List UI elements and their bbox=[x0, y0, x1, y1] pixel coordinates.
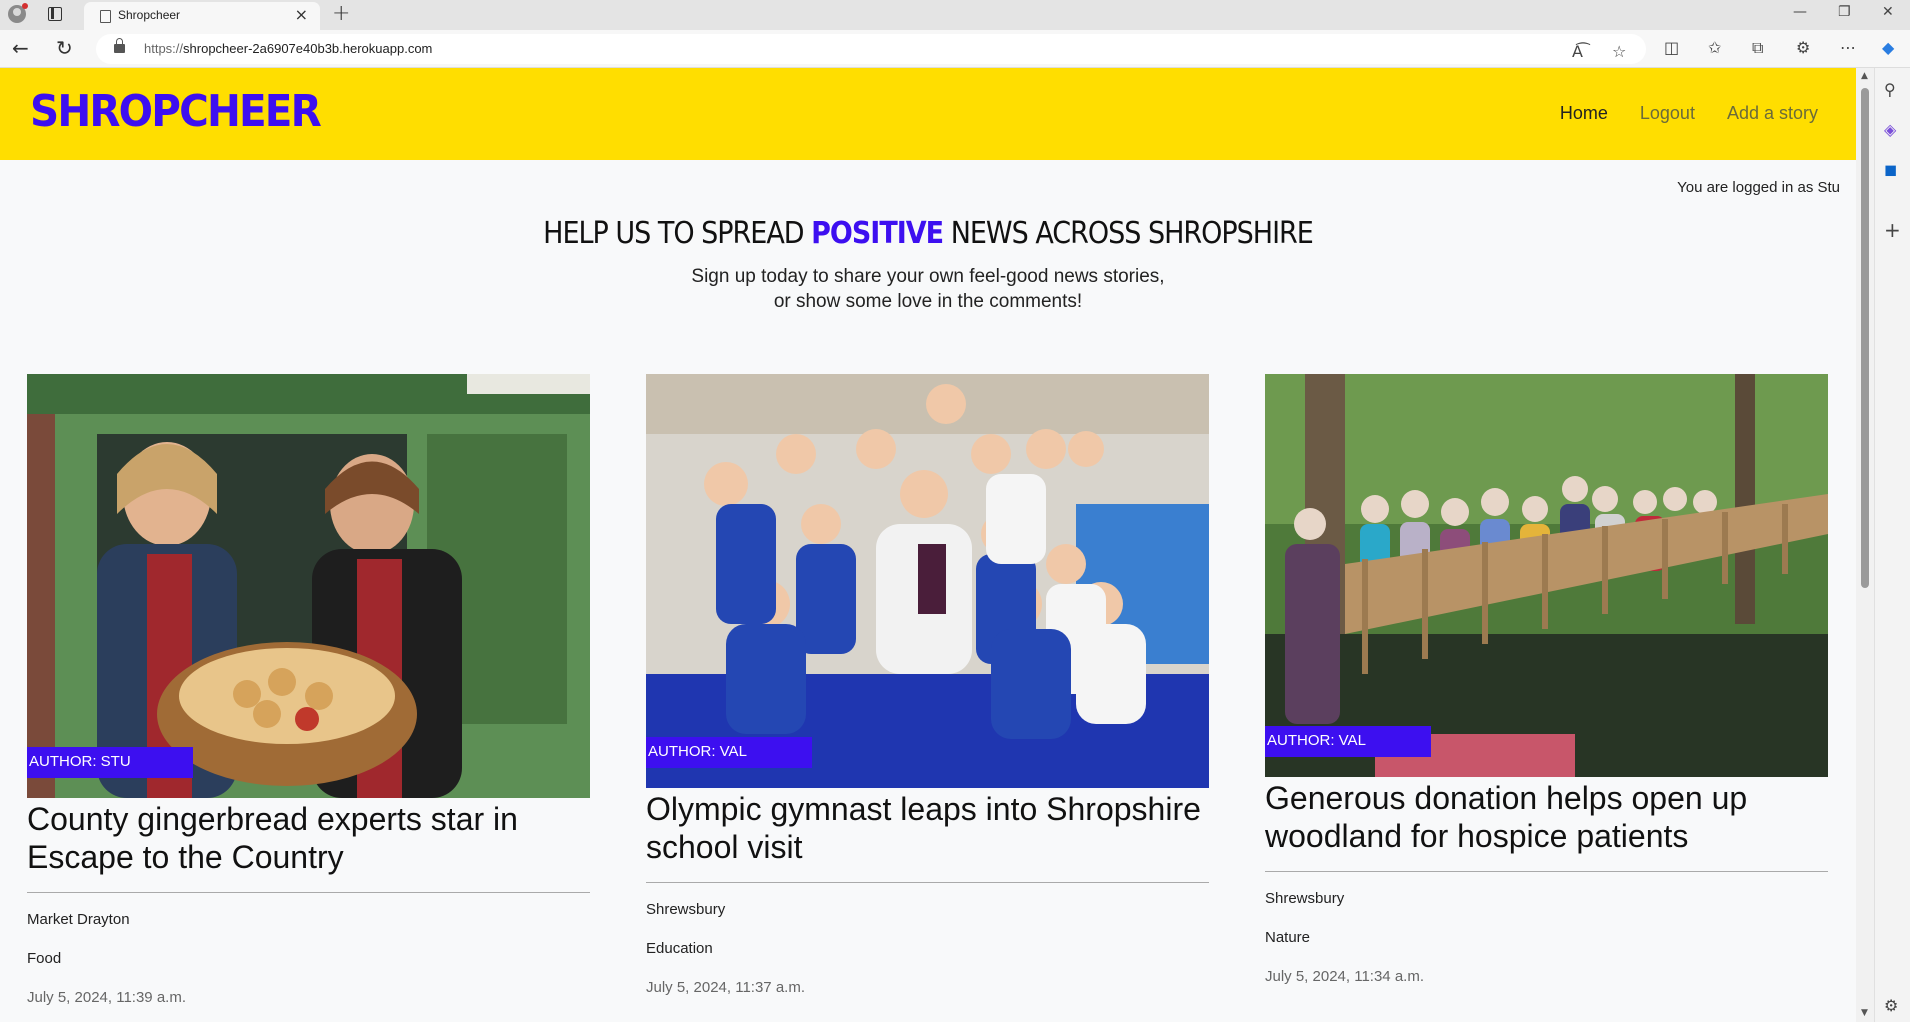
site-header: SHROPCHEER Home Logout Add a story bbox=[0, 68, 1856, 160]
woodland-bridge-photo bbox=[1265, 374, 1828, 777]
close-window-icon[interactable]: ✕ bbox=[1882, 4, 1894, 20]
divider bbox=[1265, 871, 1828, 872]
login-status: You are logged in as Stu bbox=[1677, 179, 1840, 196]
page-scrollbar[interactable]: ▲ ▼ bbox=[1856, 68, 1874, 1022]
story-location: Shrewsbury bbox=[646, 901, 726, 918]
more-icon[interactable]: ⋯ bbox=[1840, 38, 1856, 57]
hero-subtitle: Sign up today to share your own feel-goo… bbox=[691, 266, 1165, 312]
story-image[interactable]: AUTHOR: STU bbox=[27, 374, 590, 798]
split-screen-icon[interactable]: ◫ bbox=[1664, 38, 1679, 57]
close-tab-icon[interactable]: × bbox=[295, 5, 308, 24]
sidebar-settings-icon[interactable]: ⚙ bbox=[1884, 996, 1898, 1015]
nav-home[interactable]: Home bbox=[1560, 103, 1608, 124]
new-tab-icon[interactable]: + bbox=[332, 1, 350, 26]
notification-dot bbox=[22, 3, 28, 9]
story-date: July 5, 2024, 11:37 a.m. bbox=[646, 979, 805, 996]
story-image[interactable]: AUTHOR: VAL bbox=[646, 374, 1209, 788]
back-icon[interactable]: ← bbox=[12, 36, 29, 60]
address-bar[interactable]: https://shropcheer-2a6907e40b3b.herokuap… bbox=[96, 34, 1646, 64]
minimize-icon[interactable]: — bbox=[1793, 4, 1807, 20]
restore-icon[interactable]: ❐ bbox=[1838, 4, 1851, 20]
browser-tab[interactable]: Shropcheer × bbox=[84, 2, 320, 30]
hero-title: HELP US TO SPREAD POSITIVE NEWS ACROSS S… bbox=[543, 216, 1314, 251]
page-favicon-icon bbox=[100, 10, 111, 23]
story-category: Education bbox=[646, 940, 713, 957]
author-badge: AUTHOR: VAL bbox=[1265, 726, 1431, 757]
collections-icon[interactable]: ⧉ bbox=[1752, 38, 1763, 58]
browser-sidebar: ⚲ ◈ ◼ + ⚙ bbox=[1874, 68, 1910, 1022]
story-category: Nature bbox=[1265, 929, 1311, 946]
story-location: Market Drayton bbox=[27, 911, 130, 928]
story-card[interactable]: AUTHOR: VAL Generous donation helps open… bbox=[1265, 374, 1828, 985]
favorites-icon[interactable]: ✩ bbox=[1708, 38, 1721, 57]
story-image[interactable]: AUTHOR: VAL bbox=[1265, 374, 1828, 777]
lock-icon[interactable] bbox=[114, 38, 125, 53]
copilot-icon[interactable]: ◆ bbox=[1882, 38, 1894, 57]
story-title[interactable]: Generous donation helps open up woodland… bbox=[1265, 779, 1828, 855]
story-date: July 5, 2024, 11:34 a.m. bbox=[1265, 968, 1424, 985]
scroll-up-icon[interactable]: ▲ bbox=[1861, 71, 1868, 81]
favorite-icon[interactable]: ☆ bbox=[1612, 42, 1626, 61]
divider bbox=[27, 892, 590, 893]
story-category: Food bbox=[27, 950, 62, 967]
author-badge: AUTHOR: STU bbox=[27, 747, 193, 778]
site-logo[interactable]: SHROPCHEER bbox=[30, 86, 322, 137]
outlook-icon[interactable]: ◼ bbox=[1884, 160, 1897, 179]
story-location: Shrewsbury bbox=[1265, 890, 1345, 907]
shopping-icon[interactable]: ◈ bbox=[1884, 120, 1896, 139]
nav-add-story[interactable]: Add a story bbox=[1727, 103, 1818, 124]
search-icon[interactable]: ⚲ bbox=[1884, 80, 1896, 99]
nav-logout[interactable]: Logout bbox=[1640, 103, 1695, 124]
story-title[interactable]: County gingerbread experts star in Escap… bbox=[27, 800, 590, 876]
refresh-icon[interactable]: ↻ bbox=[56, 36, 73, 60]
tab-title: Shropcheer bbox=[118, 8, 181, 22]
story-card[interactable]: AUTHOR: VAL Olympic gymnast leaps into S… bbox=[646, 374, 1209, 996]
school-visit-photo bbox=[646, 374, 1209, 788]
divider bbox=[646, 882, 1209, 883]
address-toolbar: ← ↻ https://shropcheer-2a6907e40b3b.hero… bbox=[0, 30, 1910, 68]
extensions-icon[interactable]: ⚙ bbox=[1796, 38, 1810, 57]
story-date: July 5, 2024, 11:39 a.m. bbox=[27, 989, 186, 1006]
url-text[interactable]: https://shropcheer-2a6907e40b3b.herokuap… bbox=[144, 41, 432, 56]
story-title[interactable]: Olympic gymnast leaps into Shropshire sc… bbox=[646, 790, 1209, 866]
gingerbread-photo bbox=[27, 374, 590, 798]
story-card[interactable]: AUTHOR: STU County gingerbread experts s… bbox=[27, 374, 590, 1006]
tab-actions-icon[interactable] bbox=[48, 7, 62, 21]
site-nav: Home Logout Add a story bbox=[1560, 103, 1818, 124]
web-page: SHROPCHEER Home Logout Add a story You a… bbox=[0, 68, 1856, 1022]
scroll-thumb[interactable] bbox=[1861, 88, 1869, 588]
add-sidebar-item-icon[interactable]: + bbox=[1884, 218, 1901, 242]
scroll-down-icon[interactable]: ▼ bbox=[1861, 1008, 1868, 1018]
author-badge: AUTHOR: VAL bbox=[646, 737, 812, 768]
browser-tab-bar: Shropcheer × + — ❐ ✕ bbox=[0, 0, 1910, 30]
read-aloud-icon[interactable]: A͡ bbox=[1572, 42, 1583, 61]
